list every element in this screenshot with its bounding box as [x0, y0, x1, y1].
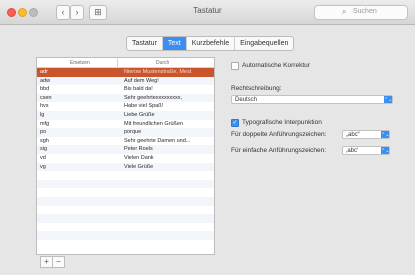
zoom-window-button[interactable]	[29, 8, 38, 17]
table-row[interactable]	[37, 179, 214, 189]
forward-button[interactable]: ›	[70, 5, 84, 20]
with-cell: porque	[124, 129, 142, 136]
table-row[interactable]: vd Vielen Dank	[37, 154, 214, 163]
table-rows: adr Nierow Mustenstraße, Mest adw Auf dem W…	[37, 68, 214, 248]
tab-keyboard[interactable]: Tastatur	[127, 37, 163, 50]
with-cell: Peter Roels	[124, 146, 153, 153]
column-header-with[interactable]: Durch	[156, 60, 169, 66]
replace-cell: vg	[40, 163, 46, 170]
auto-correct-label: Automatische Korrektur	[242, 62, 310, 69]
tab-text[interactable]: Text	[162, 37, 187, 50]
back-button[interactable]: ‹	[56, 5, 70, 20]
with-cell: Bis bald da!	[124, 86, 153, 93]
table-row[interactable]: adw Auf dem Weg!	[37, 76, 214, 86]
replace-cell: mfg	[40, 120, 50, 127]
table-row[interactable]	[37, 223, 214, 232]
double-quotes-value: „abc“	[346, 132, 360, 138]
replace-cell: po	[40, 129, 47, 136]
with-cell: Sehr geehrte Damen und...	[124, 137, 191, 144]
table-row[interactable]	[37, 214, 214, 223]
tab-shortcuts[interactable]: Kurzbefehle	[187, 37, 236, 50]
replace-cell: vd	[40, 154, 46, 161]
table-row[interactable]: mfg Mit freundlichen Grüßen	[37, 120, 214, 129]
table-header: Ersetzen Durch	[37, 58, 214, 68]
table-row[interactable]: lg Liebe Grüße	[37, 110, 214, 120]
with-cell: Vielen Dank	[124, 154, 154, 161]
double-quotes-label: Für doppelte Anführungszeichen:	[231, 131, 327, 138]
table-row[interactable]: po porque	[37, 128, 214, 137]
single-quotes-select[interactable]: ‚abc‘ ⌃⌄	[342, 146, 390, 155]
table-row[interactable]	[37, 240, 214, 249]
table-row[interactable]: csen Sehr geehrtexxxxxxxxx,	[37, 93, 214, 103]
table-row[interactable]: bbd Bis bald da!	[37, 85, 214, 94]
replace-cell: sig	[40, 146, 48, 153]
spelling-language-select[interactable]: Deutsch ⌃⌄	[231, 95, 393, 104]
replace-cell: hvs	[40, 103, 49, 110]
auto-correct-checkbox[interactable]	[231, 62, 239, 70]
search-placeholder: Suchen	[353, 8, 377, 15]
replace-cell: lg	[40, 111, 45, 118]
with-cell: Habe viel Spaß!	[124, 103, 164, 110]
keyboard-preferences-window: ‹ › ⊞ Tastatur ⌕ Suchen Tastatur Text Ku…	[0, 0, 415, 275]
window-title: Tastatur	[193, 6, 222, 15]
tab-input-sources[interactable]: Eingabequellen	[235, 37, 293, 50]
preferences-tab-bar: Tastatur Text Kurzbefehle Eingabequellen	[126, 36, 295, 51]
table-row[interactable]	[37, 231, 214, 240]
chevron-updown-icon: ⌃⌄	[381, 131, 390, 138]
column-header-replace[interactable]: Ersetzen	[70, 60, 90, 66]
table-row[interactable]	[37, 171, 214, 180]
table-row[interactable]: sgh Sehr geehrte Damen und...	[37, 137, 214, 146]
with-cell: Mit freundlichen Grüßen	[124, 120, 183, 127]
replace-cell: csen	[40, 94, 52, 101]
replace-cell: adw	[40, 77, 51, 84]
replace-cell: bbd	[40, 86, 50, 93]
table-row[interactable]	[37, 206, 214, 215]
table-row[interactable]: adr Nierow Mustenstraße, Mest	[37, 68, 214, 77]
close-window-button[interactable]	[7, 8, 16, 17]
search-icon: ⌕	[342, 7, 347, 16]
double-quotes-select[interactable]: „abc“ ⌃⌄	[342, 130, 390, 139]
table-row[interactable]	[37, 188, 214, 197]
table-row[interactable]	[37, 196, 214, 206]
with-cell: Nierow Mustenstraße, Mest	[124, 69, 192, 75]
chevron-updown-icon: ⌃⌄	[381, 147, 390, 154]
spelling-language-value: Deutsch	[235, 97, 258, 103]
column-divider[interactable]	[117, 58, 118, 67]
with-cell: Sehr geehrtexxxxxxxxx,	[124, 94, 183, 101]
smart-quotes-checkbox[interactable]: ✓	[231, 119, 239, 127]
title-bar: ‹ › ⊞ Tastatur ⌕ Suchen	[0, 0, 415, 25]
spelling-label: Rechtschreibung:	[231, 85, 282, 92]
replace-cell: adr	[40, 69, 48, 75]
text-replacement-table: Ersetzen Durch adr Nierow Mustenstraße, M…	[36, 57, 215, 255]
single-quotes-value: ‚abc‘	[346, 148, 359, 154]
with-cell: Viele Grüße	[124, 163, 154, 170]
table-row[interactable]: sig Peter Roels	[37, 145, 214, 154]
table-row[interactable]: hvs Habe viel Spaß!	[37, 102, 214, 111]
with-cell: Auf dem Weg!	[124, 77, 159, 84]
remove-replacement-button[interactable]: −	[52, 256, 65, 268]
table-row[interactable]: vg Viele Grüße	[37, 162, 214, 172]
single-quotes-label: Für einfache Anführungszeichen:	[231, 147, 327, 154]
show-all-grid-button[interactable]: ⊞	[89, 5, 107, 20]
search-input[interactable]: ⌕ Suchen	[314, 5, 408, 20]
smart-quotes-label: Typografische Interpunktion	[242, 119, 322, 126]
chevron-updown-icon: ⌃⌄	[384, 96, 393, 103]
replace-cell: sgh	[40, 137, 49, 144]
minimize-window-button[interactable]	[18, 8, 27, 17]
with-cell: Liebe Grüße	[124, 111, 155, 118]
